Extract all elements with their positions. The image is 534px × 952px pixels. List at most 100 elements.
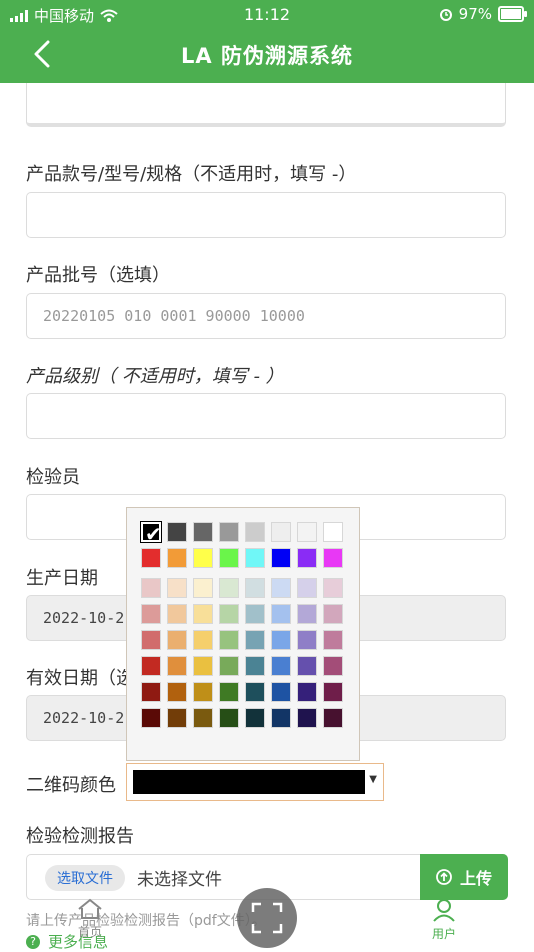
user-icon	[433, 899, 455, 922]
color-swatch[interactable]	[297, 548, 317, 568]
color-swatch[interactable]	[219, 604, 239, 624]
tab-user[interactable]: 用户	[424, 898, 464, 942]
color-swatch[interactable]	[271, 708, 291, 728]
upload-hint: 请上传产品检验检测报告（pdf文件）。	[26, 913, 266, 929]
color-swatch[interactable]	[167, 578, 187, 598]
previous-field-box[interactable]	[26, 83, 506, 127]
color-swatch[interactable]	[323, 578, 343, 598]
color-swatch[interactable]	[193, 656, 213, 676]
color-swatch[interactable]	[193, 522, 213, 542]
color-swatch[interactable]	[245, 578, 265, 598]
question-icon: ?	[26, 934, 40, 949]
color-swatch[interactable]	[271, 604, 291, 624]
inspector-label: 检验员	[26, 467, 80, 488]
color-swatch[interactable]	[245, 630, 265, 650]
color-swatch[interactable]	[219, 682, 239, 702]
color-swatch[interactable]: ✔	[140, 521, 162, 546]
scan-icon	[251, 902, 283, 934]
color-swatch[interactable]	[271, 522, 291, 542]
color-swatch[interactable]	[297, 578, 317, 598]
tab-home[interactable]: 首页	[70, 898, 110, 940]
color-swatch[interactable]	[297, 522, 317, 542]
batch-input[interactable]: 20220105 010 0001 90000 10000	[26, 293, 506, 339]
level-label: 产品级别（ 不适用时，填写 - ）	[26, 366, 284, 387]
color-swatch[interactable]	[167, 630, 187, 650]
color-swatch[interactable]	[141, 578, 161, 598]
qr-color-label: 二维码颜色	[26, 775, 116, 796]
color-swatch[interactable]	[141, 708, 161, 728]
qr-color-select[interactable]: ▼	[126, 763, 384, 801]
color-swatch[interactable]	[141, 656, 161, 676]
dropdown-arrow-icon: ▼	[369, 774, 377, 785]
choose-file-button[interactable]: 选取文件	[45, 865, 125, 891]
color-swatch[interactable]	[245, 548, 265, 568]
color-swatch[interactable]	[141, 604, 161, 624]
color-swatch[interactable]	[297, 708, 317, 728]
alarm-icon	[439, 9, 452, 21]
batch-label: 产品批号（选填）	[26, 265, 170, 286]
color-swatch[interactable]	[271, 656, 291, 676]
tab-home-label: 首页	[77, 925, 102, 939]
color-swatch[interactable]	[167, 682, 187, 702]
color-swatch[interactable]	[219, 708, 239, 728]
check-icon: ✔	[145, 522, 162, 546]
color-swatch[interactable]	[167, 656, 187, 676]
color-swatch[interactable]	[245, 522, 265, 542]
upload-button[interactable]: 上传	[420, 854, 508, 900]
color-swatch[interactable]	[193, 548, 213, 568]
color-swatch[interactable]	[141, 548, 161, 568]
color-swatch[interactable]	[245, 604, 265, 624]
color-swatch[interactable]	[323, 630, 343, 650]
color-swatch[interactable]	[271, 578, 291, 598]
model-input[interactable]	[26, 192, 506, 238]
top-bar: 中国移动 11:12 97% LA 防伪溯源系统	[0, 0, 534, 83]
status-right: 97%	[439, 5, 527, 23]
battery-text: 97%	[458, 5, 492, 23]
color-swatch[interactable]	[323, 548, 343, 568]
color-swatch[interactable]	[193, 682, 213, 702]
color-swatch[interactable]	[297, 630, 317, 650]
upload-label: 上传	[459, 869, 492, 888]
color-swatch[interactable]	[297, 656, 317, 676]
color-swatch[interactable]	[193, 578, 213, 598]
color-swatch[interactable]	[297, 682, 317, 702]
status-bar: 中国移动 11:12 97%	[0, 0, 534, 28]
color-swatch[interactable]	[193, 630, 213, 650]
color-swatch[interactable]	[193, 604, 213, 624]
color-swatch[interactable]	[193, 708, 213, 728]
color-swatch[interactable]	[219, 656, 239, 676]
color-swatch[interactable]	[323, 682, 343, 702]
selected-color-swatch	[133, 770, 365, 794]
color-palette: ✔	[126, 507, 360, 761]
color-swatch[interactable]	[141, 682, 161, 702]
scan-button[interactable]	[237, 888, 297, 948]
level-input[interactable]	[26, 393, 506, 439]
production-date-value: 2022-10-2	[43, 609, 125, 627]
color-swatch[interactable]	[323, 708, 343, 728]
color-swatch[interactable]	[245, 656, 265, 676]
color-swatch[interactable]	[271, 548, 291, 568]
color-swatch[interactable]	[323, 656, 343, 676]
color-swatch[interactable]	[245, 708, 265, 728]
color-swatch[interactable]	[141, 630, 161, 650]
color-swatch[interactable]	[167, 708, 187, 728]
color-swatch[interactable]	[297, 604, 317, 624]
color-swatch[interactable]	[219, 548, 239, 568]
model-label: 产品款号/型号/规格（不适用时，填写 -）	[26, 164, 357, 185]
color-swatch[interactable]	[219, 578, 239, 598]
color-swatch[interactable]	[167, 548, 187, 568]
color-swatch[interactable]	[323, 604, 343, 624]
tab-user-label: 用户	[431, 927, 456, 941]
color-swatch[interactable]	[219, 522, 239, 542]
color-swatch[interactable]	[167, 522, 187, 542]
batch-placeholder: 20220105 010 0001 90000 10000	[43, 307, 305, 325]
expiry-date-label: 有效日期（选	[26, 668, 134, 689]
home-icon	[78, 898, 102, 919]
color-swatch[interactable]	[323, 522, 343, 542]
color-swatch[interactable]	[271, 630, 291, 650]
color-swatch[interactable]	[219, 630, 239, 650]
color-swatch[interactable]	[271, 682, 291, 702]
color-swatch[interactable]	[245, 682, 265, 702]
battery-icon	[498, 6, 527, 22]
color-swatch[interactable]	[167, 604, 187, 624]
